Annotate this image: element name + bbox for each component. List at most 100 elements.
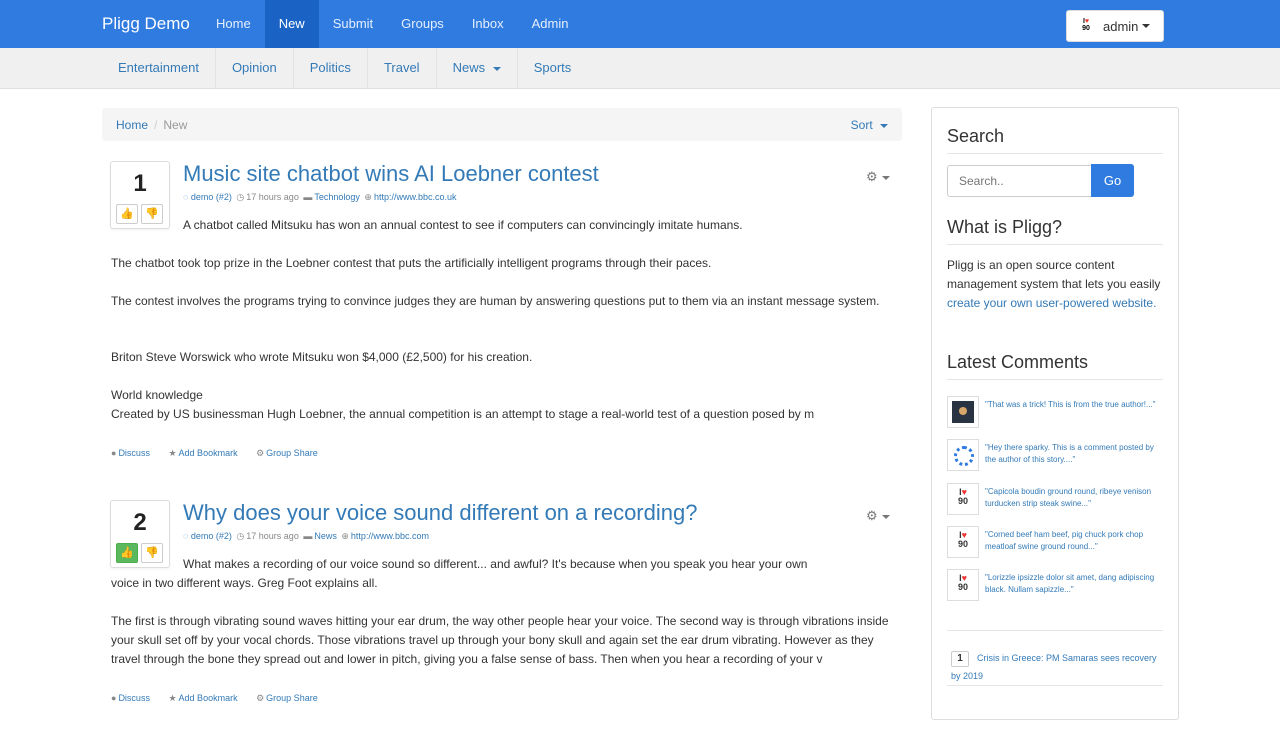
story-lead-continued: voice in two different ways. Greg Foot e…: [111, 576, 378, 590]
discuss-label: Discuss: [118, 448, 150, 458]
category-politics[interactable]: Politics: [294, 48, 368, 88]
nav-inbox[interactable]: Inbox: [458, 0, 518, 48]
globe-icon: ⊕: [364, 192, 372, 202]
story-options-gear-icon[interactable]: ⚙: [866, 508, 890, 524]
comment-text: "Lorizzle ipsizzle dolor sit amet, dang …: [985, 573, 1155, 594]
vote-box: 2 👍 👎: [110, 500, 170, 568]
bookmark-link[interactable]: ★ Add Bookmark: [168, 448, 245, 458]
nav-new[interactable]: New: [264, 0, 319, 48]
sidebar: Search Go What is Pligg? Pligg is an ope…: [931, 107, 1179, 720]
comment-text: "Hey there sparky. This is a comment pos…: [985, 443, 1154, 464]
star-icon: ★: [168, 448, 177, 458]
story-author[interactable]: demo (#2): [191, 192, 232, 202]
top-story-title: Crisis in Greece: PM Samaras sees recove…: [951, 653, 1157, 681]
nav-groups[interactable]: Groups: [387, 0, 458, 48]
group-share-link[interactable]: ⚙ Group Share: [256, 693, 326, 703]
folder-icon: ▬: [303, 531, 313, 541]
i-love-90-avatar: I♥ 90: [947, 483, 979, 515]
discuss-link[interactable]: ● Discuss: [111, 693, 158, 703]
author-avatar-icon: ◌: [183, 192, 189, 202]
vote-count: 1: [133, 170, 147, 197]
category-opinion[interactable]: Opinion: [216, 48, 294, 88]
story-item: 2 👍 👎 Why does your voice sound differen…: [110, 500, 900, 710]
story-item: 1 👍 👎 Music site chatbot wins AI Loebner…: [110, 161, 900, 461]
star-icon: ★: [168, 693, 177, 703]
breadcrumb-separator: /: [154, 118, 158, 132]
nav-submit[interactable]: Submit: [319, 0, 387, 48]
vote-count: 2: [133, 509, 147, 536]
thumbs-up-icon[interactable]: 👍: [116, 204, 138, 224]
story-paragraph: The contest involves the programs trying…: [111, 294, 880, 308]
story-category[interactable]: Technology: [314, 192, 360, 202]
user-avatar-icon: I♥ 90: [1082, 18, 1090, 32]
comment-text: "Capicola boudin ground round, ribeye ve…: [985, 487, 1152, 508]
comment-item[interactable]: "That was a trick! This is from the true…: [947, 396, 1165, 430]
comment-item[interactable]: I♥ 90 "Lorizzle ipsizzle dolor sit amet, …: [947, 569, 1165, 603]
story-actions: ● Discuss ★ Add Bookmark ⚙ Group Share: [111, 693, 334, 704]
story-paragraph: World knowledge Created by US businessma…: [111, 388, 815, 421]
nav-admin[interactable]: Admin: [518, 0, 583, 48]
comment-item[interactable]: I♥ 90 "Capicola boudin ground round, ribe…: [947, 483, 1165, 517]
story-url[interactable]: http://www.bbc.co.uk: [374, 192, 457, 202]
vote-box: 1 👍 👎: [110, 161, 170, 229]
story-title[interactable]: Music site chatbot wins AI Loebner conte…: [183, 161, 599, 187]
story-title[interactable]: Why does your voice sound different on a…: [183, 500, 697, 526]
globe-icon: ⊕: [341, 531, 349, 541]
story-category[interactable]: News: [314, 531, 337, 541]
clock-icon: ◷: [236, 192, 245, 202]
story-options-gear-icon[interactable]: ⚙: [866, 169, 890, 185]
share-icon: ⚙: [256, 693, 265, 703]
bookmark-link[interactable]: ★ Add Bookmark: [168, 693, 245, 703]
bookmark-label: Add Bookmark: [178, 693, 238, 703]
create-site-link[interactable]: create your own user-powered website.: [947, 296, 1156, 310]
top-story-item[interactable]: 1 Crisis in Greece: PM Samaras sees recov…: [947, 630, 1163, 686]
user-photo-avatar: [947, 396, 979, 428]
search-heading: Search: [947, 126, 1163, 154]
comment-item[interactable]: "Hey there sparky. This is a comment pos…: [947, 439, 1165, 473]
search-input[interactable]: [947, 165, 1092, 197]
nav-home[interactable]: Home: [202, 0, 265, 48]
discuss-link[interactable]: ● Discuss: [111, 448, 158, 458]
comment-text: "Corned beef ham beef, pig chuck pork ch…: [985, 530, 1144, 551]
breadcrumb: Home / New Sort: [102, 108, 902, 141]
sort-label: Sort: [850, 118, 873, 132]
comment-text: "That was a trick! This is from the true…: [985, 400, 1156, 409]
category-navbar: Entertainment Opinion Politics Travel Ne…: [0, 48, 1280, 89]
story-actions: ● Discuss ★ Add Bookmark ⚙ Group Share: [111, 448, 334, 459]
comment-icon: ●: [111, 448, 117, 458]
story-paragraph: The first is through vibrating sound wav…: [111, 614, 889, 666]
group-share-link[interactable]: ⚙ Group Share: [256, 448, 326, 458]
story-time: 17 hours ago: [246, 192, 299, 202]
about-body: Pligg is an open source content manageme…: [947, 258, 1161, 291]
group-share-label: Group Share: [266, 448, 318, 458]
story-url[interactable]: http://www.bbc.com: [351, 531, 429, 541]
thumbs-down-icon[interactable]: 👎: [141, 204, 163, 224]
folder-icon: ▬: [303, 192, 313, 202]
story-lead: What makes a recording of our voice soun…: [183, 557, 808, 571]
category-news-dropdown[interactable]: News: [437, 48, 518, 88]
story-author[interactable]: demo (#2): [191, 531, 232, 541]
i-love-90-avatar: I♥ 90: [947, 526, 979, 558]
chevron-down-icon: [492, 66, 501, 71]
comment-icon: ●: [111, 693, 117, 703]
share-icon: ⚙: [256, 448, 265, 458]
story-paragraph: Briton Steve Worswick who wrote Mitsuku …: [111, 350, 533, 364]
brand-logo[interactable]: Pligg Demo: [102, 14, 190, 34]
story-time: 17 hours ago: [246, 531, 299, 541]
search-go-button[interactable]: Go: [1091, 164, 1134, 197]
story-meta: ◌ demo (#2) ◷ 17 hours ago ▬ Technology ⊕ h…: [183, 192, 457, 203]
latest-comments-heading: Latest Comments: [947, 352, 1163, 380]
category-sports[interactable]: Sports: [518, 48, 588, 88]
thumbs-up-icon[interactable]: 👍: [116, 543, 138, 563]
category-travel[interactable]: Travel: [368, 48, 437, 88]
breadcrumb-current: New: [163, 118, 188, 132]
breadcrumb-home[interactable]: Home: [116, 118, 148, 132]
author-avatar-icon: ◌: [183, 531, 189, 541]
chevron-down-icon: [1142, 24, 1151, 28]
sort-dropdown[interactable]: Sort: [851, 118, 888, 132]
main-nav: Home New Submit Groups Inbox Admin: [202, 0, 582, 48]
comment-item[interactable]: I♥ 90 "Corned beef ham beef, pig chuck po…: [947, 526, 1165, 560]
user-menu-button[interactable]: I♥ 90 admin: [1066, 10, 1164, 42]
category-entertainment[interactable]: Entertainment: [102, 48, 216, 88]
thumbs-down-icon[interactable]: 👎: [141, 543, 163, 563]
